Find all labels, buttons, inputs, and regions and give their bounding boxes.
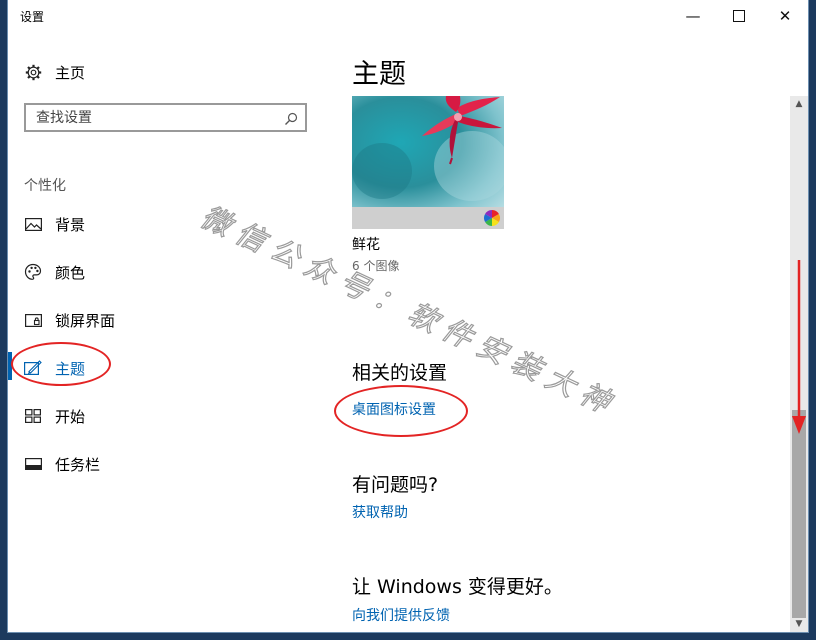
picture-icon — [24, 215, 42, 233]
maximize-button[interactable] — [716, 0, 762, 32]
title-bar: 设置 — ✕ — [8, 0, 808, 32]
sidebar-item-lock-screen[interactable]: 锁屏界面 — [8, 300, 328, 340]
sidebar-item-home[interactable]: 主页 — [8, 52, 328, 92]
give-feedback-link[interactable]: 向我们提供反馈 — [352, 605, 450, 625]
sidebar-item-taskbar[interactable]: 任务栏 — [8, 444, 328, 484]
section-title: 个性化 — [24, 178, 66, 194]
palette-icon — [24, 263, 42, 281]
theme-name: 鲜花 — [352, 237, 380, 253]
sidebar-item-label: 锁屏界面 — [55, 311, 116, 330]
settings-window: 设置 — ✕ 主页 查找设置 个性化 背景 颜色 锁屏界面 主题 开始 任务栏 … — [8, 0, 808, 632]
sidebar-item-label: 开始 — [55, 407, 86, 426]
gear-icon — [24, 63, 42, 81]
window-title: 设置 — [20, 10, 45, 24]
start-tiles-icon — [24, 407, 42, 425]
taskbar-icon — [24, 455, 42, 473]
minimize-icon: — — [685, 7, 701, 25]
sidebar-item-label: 颜色 — [55, 263, 86, 282]
scroll-down-arrow-icon[interactable]: ▼ — [790, 616, 808, 632]
search-input[interactable] — [36, 105, 276, 130]
annotation-ellipse-themes — [11, 342, 111, 386]
get-help-link[interactable]: 获取帮助 — [352, 502, 408, 522]
annotation-down-arrow-icon — [792, 260, 806, 434]
page-title: 主题 — [352, 59, 406, 90]
theme-thumbnail[interactable] — [352, 96, 504, 229]
scroll-up-arrow-icon[interactable]: ▲ — [790, 96, 808, 112]
feedback-heading: 让 Windows 变得更好。 — [352, 576, 563, 598]
search-box[interactable] — [24, 103, 307, 132]
sidebar-item-label: 任务栏 — [55, 455, 101, 474]
sidebar-item-label: 背景 — [55, 215, 86, 234]
scroll-thumb[interactable] — [792, 410, 806, 618]
lock-screen-icon — [24, 311, 42, 329]
related-settings-heading: 相关的设置 — [352, 362, 448, 384]
maximize-icon — [733, 10, 745, 22]
close-button[interactable]: ✕ — [762, 0, 808, 32]
annotation-ellipse-desktop-icons — [334, 385, 468, 437]
help-heading: 有问题吗? — [352, 474, 439, 496]
sidebar-item-start[interactable]: 开始 — [8, 396, 328, 436]
sidebar-item-label: 主页 — [55, 63, 86, 82]
minimize-button[interactable]: — — [670, 0, 716, 32]
close-icon: ✕ — [778, 7, 792, 25]
search-icon[interactable] — [284, 111, 298, 125]
